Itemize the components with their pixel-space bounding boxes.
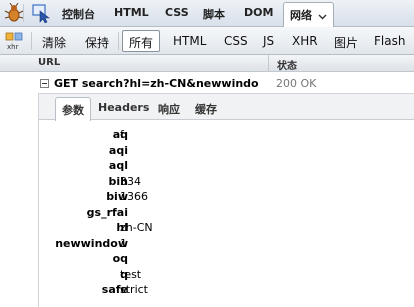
param-key: hl: [116, 221, 128, 234]
param-row: oq: [39, 252, 414, 268]
url-column-header[interactable]: URL: [38, 57, 60, 68]
filter-css-button[interactable]: CSS: [224, 34, 248, 48]
xhr-breakpoint-icon[interactable]: xhr: [5, 32, 25, 50]
request-row[interactable]: GET search?hl=zh-CN&newwindo 200 OK: [0, 72, 414, 92]
tab-html[interactable]: HTML: [114, 6, 149, 19]
param-row: biw 1366: [39, 190, 414, 206]
param-key: aqi: [108, 143, 128, 157]
param-row: safe strict: [39, 283, 414, 299]
tab-params[interactable]: 参数: [55, 97, 91, 121]
filter-images-button[interactable]: 图片: [334, 34, 358, 51]
param-value: f: [120, 128, 124, 141]
request-list-header: URL 状态: [0, 55, 414, 72]
param-row: newwindow 1: [39, 237, 414, 253]
divider: [31, 32, 32, 50]
tab-headers[interactable]: Headers: [98, 101, 149, 114]
collapse-toggle-icon[interactable]: [40, 79, 49, 88]
filter-flash-button[interactable]: Flash: [374, 34, 405, 48]
filter-all-button[interactable]: 所有: [122, 30, 161, 52]
request-details-panel: 参数 Headers 响应 缓存 aq f aqi aql bih 334 biw 1…: [38, 93, 414, 307]
divider: [118, 32, 119, 50]
param-value: zh-CN: [120, 221, 153, 234]
param-value: test: [120, 267, 142, 281]
tab-script[interactable]: 脚本: [203, 6, 225, 22]
tab-response[interactable]: 响应: [158, 101, 180, 117]
tab-dom[interactable]: DOM: [244, 6, 273, 19]
param-row: bih 334: [39, 175, 414, 191]
param-row: gs_rfai: [39, 206, 414, 222]
param-key: safe: [101, 283, 128, 296]
param-key: q: [120, 267, 128, 281]
divider: [23, 4, 24, 22]
param-row: aql: [39, 159, 414, 175]
param-row: q test: [39, 268, 414, 284]
status-column-header[interactable]: 状态: [277, 57, 297, 72]
filter-js-button[interactable]: JS: [263, 34, 274, 48]
param-key: biw: [106, 190, 128, 203]
detail-tab-bar: 参数 Headers 响应 缓存: [39, 94, 414, 121]
column-divider[interactable]: [268, 55, 269, 72]
tab-net-label: 网络: [290, 9, 312, 22]
param-value: 1: [120, 236, 127, 250]
request-url[interactable]: GET search?hl=zh-CN&newwindo: [54, 77, 259, 90]
param-value: 1366: [120, 190, 148, 203]
chevron-down-icon[interactable]: [318, 12, 327, 21]
param-key: aql: [108, 159, 128, 172]
param-row: aq f: [39, 128, 414, 144]
clear-button[interactable]: 清除: [42, 34, 66, 51]
params-table: aq f aqi aql bih 334 biw 1366 gs_rfai hl zh-…: [39, 128, 414, 299]
xhr-icon-label: xhr: [7, 43, 19, 50]
param-row: aqi: [39, 144, 414, 160]
inspect-element-icon[interactable]: [31, 3, 51, 23]
tab-cache[interactable]: 缓存: [195, 101, 217, 117]
param-value: 334: [120, 174, 141, 188]
tab-console[interactable]: 控制台: [62, 6, 95, 22]
filter-html-button[interactable]: HTML: [173, 34, 206, 48]
param-value: strict: [120, 283, 148, 296]
tab-css[interactable]: CSS: [165, 6, 189, 19]
firebug-icon[interactable]: [4, 3, 24, 23]
tab-net[interactable]: 网络: [283, 2, 334, 28]
persist-button[interactable]: 保持: [85, 34, 109, 51]
request-status: 200 OK: [276, 77, 317, 90]
param-key: oq: [112, 252, 128, 265]
net-toolbar: xhr 清除 保持 所有 HTML CSS JS XHR 图片 Flash: [0, 27, 414, 55]
param-row: hl zh-CN: [39, 221, 414, 237]
filter-xhr-button[interactable]: XHR: [292, 34, 318, 48]
param-key: aq: [112, 128, 128, 141]
param-key: bih: [108, 174, 128, 188]
param-key: newwindow: [55, 236, 128, 250]
firebug-tab-bar: 控制台 HTML CSS 脚本 DOM 网络: [0, 0, 414, 28]
param-key: gs_rfai: [86, 205, 128, 219]
